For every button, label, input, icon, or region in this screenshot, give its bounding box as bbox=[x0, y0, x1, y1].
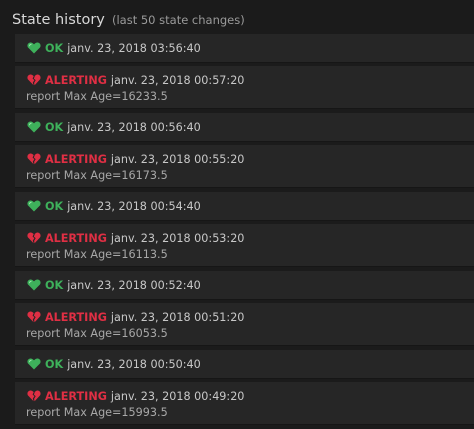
heart-icon bbox=[27, 121, 41, 133]
history-entry: OK janv. 23, 2018 00:56:40 bbox=[15, 113, 474, 142]
state-history-list: OK janv. 23, 2018 03:56:40 ALERTING janv. 2… bbox=[15, 34, 474, 429]
entry-state: ALERTING bbox=[45, 389, 107, 403]
entry-header: OK janv. 23, 2018 00:50:40 bbox=[27, 356, 474, 372]
entry-time: janv. 23, 2018 00:54:40 bbox=[67, 199, 201, 213]
broken-heart-icon bbox=[27, 74, 41, 86]
entry-state: OK bbox=[45, 357, 64, 371]
entry-detail: report Max Age=16113.5 bbox=[26, 248, 168, 261]
panel-title: State history bbox=[12, 12, 105, 28]
panel-subtitle: (last 50 state changes) bbox=[111, 13, 245, 27]
entry-detail: report Max Age=16173.5 bbox=[26, 169, 168, 182]
entry-time: janv. 23, 2018 03:56:40 bbox=[67, 41, 201, 55]
history-entry: OK janv. 23, 2018 00:50:40 bbox=[15, 350, 474, 379]
broken-heart-icon bbox=[27, 311, 41, 323]
entry-header: OK janv. 23, 2018 00:52:40 bbox=[27, 277, 474, 293]
entry-state: OK bbox=[45, 120, 64, 134]
entry-state: OK bbox=[45, 278, 64, 292]
history-entry: ALERTING janv. 23, 2018 00:57:20 report Ma… bbox=[15, 66, 474, 109]
entry-detail: report Max Age=16233.5 bbox=[26, 90, 168, 103]
history-entry: OK janv. 23, 2018 03:56:40 bbox=[15, 34, 474, 63]
entry-time: janv. 23, 2018 00:56:40 bbox=[67, 120, 201, 134]
entry-time: janv. 23, 2018 00:51:20 bbox=[110, 310, 245, 324]
entry-header: OK janv. 23, 2018 00:56:40 bbox=[27, 119, 474, 135]
entry-header: ALERTING janv. 23, 2018 00:53:20 bbox=[27, 230, 474, 246]
heart-icon bbox=[27, 279, 41, 291]
entry-detail: report Max Age=15993.5 bbox=[26, 406, 168, 419]
entry-header: ALERTING janv. 23, 2018 00:51:20 bbox=[27, 309, 474, 325]
history-entry: ALERTING janv. 23, 2018 00:49:20 report Ma… bbox=[15, 382, 474, 425]
history-entry: ALERTING janv. 23, 2018 00:55:20 report Ma… bbox=[15, 145, 474, 188]
entry-header: ALERTING janv. 23, 2018 00:49:20 bbox=[27, 388, 474, 404]
history-entry: OK janv. 23, 2018 00:54:40 bbox=[15, 192, 474, 221]
entry-time: janv. 23, 2018 00:55:20 bbox=[110, 152, 245, 166]
entry-detail: report Max Age=16053.5 bbox=[26, 327, 168, 340]
entry-state: ALERTING bbox=[45, 310, 107, 324]
entry-time: janv. 23, 2018 00:50:40 bbox=[67, 357, 201, 371]
entry-header: OK janv. 23, 2018 00:54:40 bbox=[27, 198, 474, 214]
broken-heart-icon bbox=[27, 390, 41, 402]
history-entry: ALERTING janv. 23, 2018 00:51:20 report Ma… bbox=[15, 303, 474, 346]
entry-time: janv. 23, 2018 00:57:20 bbox=[110, 73, 245, 87]
broken-heart-icon bbox=[27, 153, 41, 165]
heart-icon bbox=[27, 358, 41, 370]
history-entry: OK janv. 23, 2018 00:52:40 bbox=[15, 271, 474, 300]
entry-time: janv. 23, 2018 00:52:40 bbox=[67, 278, 201, 292]
entry-state: ALERTING bbox=[45, 152, 107, 166]
panel-header: State history (last 50 state changes) bbox=[12, 9, 245, 28]
entry-header: ALERTING janv. 23, 2018 00:55:20 bbox=[27, 151, 474, 167]
history-entry: ALERTING janv. 23, 2018 00:53:20 report Ma… bbox=[15, 224, 474, 267]
entry-header: ALERTING janv. 23, 2018 00:57:20 bbox=[27, 72, 474, 88]
entry-header: OK janv. 23, 2018 03:56:40 bbox=[27, 40, 474, 56]
entry-state: OK bbox=[45, 41, 64, 55]
entry-state: OK bbox=[45, 199, 64, 213]
entry-time: janv. 23, 2018 00:53:20 bbox=[110, 231, 245, 245]
heart-icon bbox=[27, 42, 41, 54]
entry-state: ALERTING bbox=[45, 231, 107, 245]
broken-heart-icon bbox=[27, 232, 41, 244]
entry-time: janv. 23, 2018 00:49:20 bbox=[110, 389, 245, 403]
heart-icon bbox=[27, 200, 41, 212]
entry-state: ALERTING bbox=[45, 73, 107, 87]
